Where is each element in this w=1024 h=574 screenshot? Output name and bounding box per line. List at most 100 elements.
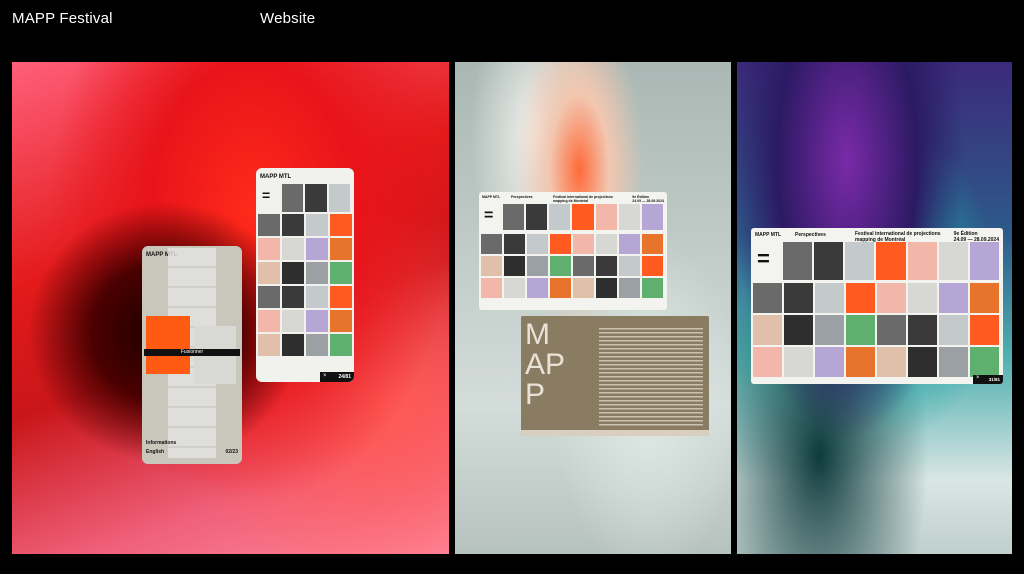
image-thumbnail[interactable] [573,234,594,254]
image-thumbnail[interactable] [306,310,328,332]
image-thumbnail[interactable] [596,278,617,298]
menu-icon[interactable]: = [757,248,770,270]
image-thumbnail[interactable] [753,283,782,313]
image-thumbnail[interactable] [845,242,875,280]
image-thumbnail[interactable] [753,347,782,377]
image-thumbnail[interactable] [258,310,280,332]
image-thumbnail[interactable] [596,256,617,276]
image-thumbnail[interactable] [815,347,844,377]
image-thumbnail[interactable] [306,262,328,284]
image-thumbnail[interactable] [282,238,304,260]
image-thumbnail[interactable] [330,310,352,332]
image-thumbnail[interactable] [527,278,548,298]
image-thumbnail[interactable] [877,283,906,313]
image-thumbnail[interactable] [481,278,502,298]
image-thumbnail[interactable] [282,214,304,236]
image-thumbnail[interactable] [970,315,999,345]
image-thumbnail[interactable] [784,347,813,377]
menu-link-english[interactable]: English [146,449,164,455]
image-thumbnail[interactable] [328,184,350,212]
image-thumbnail[interactable] [939,283,968,313]
image-thumbnail[interactable] [619,234,640,254]
image-thumbnail[interactable] [526,204,548,230]
fusionner-button[interactable]: Fusionner [144,349,240,356]
image-thumbnail[interactable] [282,310,304,332]
image-thumbnail[interactable] [908,347,937,377]
desktop-large-nav[interactable]: Perspectives [795,232,826,238]
image-thumbnail[interactable] [908,283,937,313]
image-thumbnail[interactable] [504,234,525,254]
image-thumbnail[interactable] [330,286,352,308]
image-thumbnail[interactable] [481,256,502,276]
image-thumbnail[interactable] [784,315,813,345]
image-thumbnail[interactable] [550,234,571,254]
image-thumbnail[interactable] [550,278,571,298]
image-thumbnail[interactable] [258,214,280,236]
menu-icon[interactable]: = [484,208,493,224]
desktop-small-nav[interactable]: Perspectives [511,195,533,199]
image-thumbnail[interactable] [970,347,999,377]
image-thumbnail[interactable] [619,278,640,298]
image-thumbnail[interactable] [783,242,813,280]
image-thumbnail[interactable] [596,234,617,254]
close-icon[interactable]: × [323,373,327,379]
image-thumbnail[interactable] [814,242,844,280]
image-thumbnail[interactable] [306,214,328,236]
image-thumbnail[interactable] [969,242,999,280]
image-thumbnail[interactable] [642,256,663,276]
image-thumbnail[interactable] [527,256,548,276]
image-thumbnail[interactable] [306,238,328,260]
image-thumbnail[interactable] [258,286,280,308]
image-thumbnail[interactable] [282,334,304,356]
image-thumbnail[interactable] [258,238,280,260]
image-thumbnail[interactable] [939,347,968,377]
image-thumbnail[interactable] [258,262,280,284]
image-thumbnail[interactable] [282,184,304,212]
menu-icon[interactable]: = [262,188,270,202]
image-thumbnail[interactable] [595,204,617,230]
close-icon[interactable]: × [976,375,980,381]
image-thumbnail[interactable] [504,278,525,298]
image-thumbnail[interactable] [642,278,663,298]
image-thumbnail[interactable] [258,334,280,356]
image-thumbnail[interactable] [504,256,525,276]
image-thumbnail[interactable] [815,283,844,313]
image-thumbnail[interactable] [876,242,906,280]
image-thumbnail[interactable] [306,286,328,308]
image-thumbnail[interactable] [306,334,328,356]
image-thumbnail[interactable] [330,334,352,356]
image-thumbnail[interactable] [481,234,502,254]
menu-link-informations[interactable]: Informations [146,440,176,446]
image-thumbnail[interactable] [970,283,999,313]
image-thumbnail[interactable] [573,256,594,276]
image-thumbnail[interactable] [753,315,782,345]
image-thumbnail[interactable] [619,256,640,276]
image-thumbnail[interactable] [784,283,813,313]
image-thumbnail[interactable] [527,234,548,254]
image-thumbnail[interactable] [305,184,327,212]
image-thumbnail[interactable] [572,204,594,230]
image-thumbnail[interactable] [330,238,352,260]
image-thumbnail[interactable] [641,204,663,230]
image-thumbnail[interactable] [815,315,844,345]
image-thumbnail[interactable] [877,347,906,377]
image-thumbnail[interactable] [939,315,968,345]
image-thumbnail[interactable] [550,256,571,276]
image-thumbnail[interactable] [846,347,875,377]
image-thumbnail[interactable] [330,214,352,236]
image-thumbnail[interactable] [938,242,968,280]
image-thumbnail[interactable] [549,204,571,230]
image-thumbnail[interactable] [282,262,304,284]
image-thumbnail[interactable] [573,278,594,298]
image-thumbnail[interactable] [282,286,304,308]
image-thumbnail[interactable] [846,315,875,345]
image-thumbnail[interactable] [908,315,937,345]
image-thumbnail[interactable] [503,204,525,230]
image-thumbnail[interactable] [846,283,875,313]
image-thumbnail[interactable] [877,315,906,345]
image-thumbnail[interactable] [907,242,937,280]
desktop-large-brand: MAPP MTL [755,232,782,238]
image-thumbnail[interactable] [330,262,352,284]
image-thumbnail[interactable] [642,234,663,254]
image-thumbnail[interactable] [618,204,640,230]
